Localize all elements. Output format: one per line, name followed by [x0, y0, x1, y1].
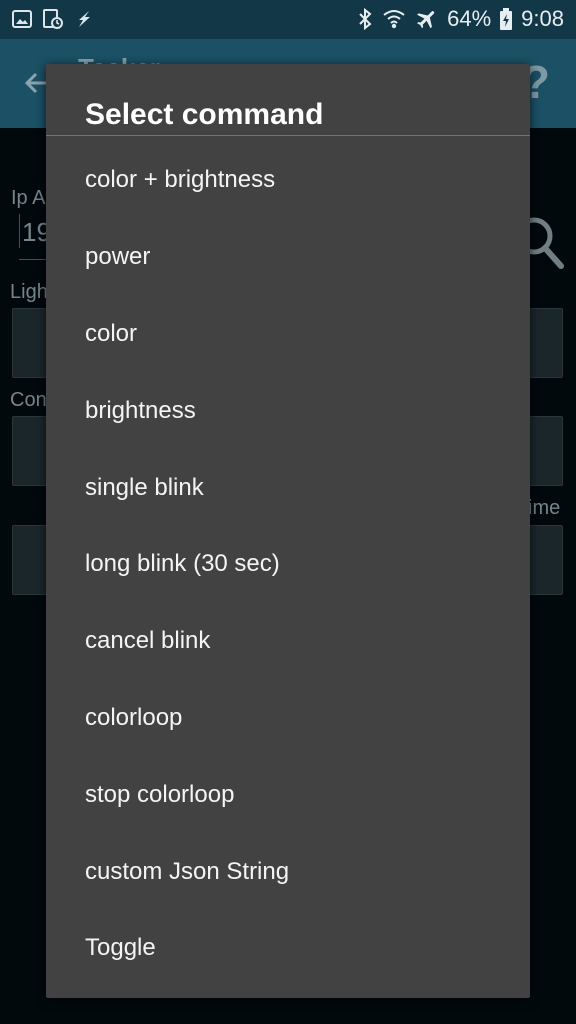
- bluetooth-icon: [357, 7, 373, 31]
- command-option-colorloop[interactable]: colorloop: [46, 680, 530, 757]
- light-label: Ligh: [10, 281, 48, 303]
- ip-input-underline: [19, 259, 49, 260]
- command-option-color[interactable]: color: [46, 296, 530, 373]
- command-option-single-blink[interactable]: single blink: [46, 449, 530, 526]
- command-options-list: color + brightness power color brightnes…: [46, 142, 530, 987]
- command-option-brightness[interactable]: brightness: [46, 372, 530, 449]
- airplane-mode-icon: [415, 7, 439, 31]
- wifi-icon: [381, 7, 407, 31]
- battery-charging-icon: [499, 7, 513, 31]
- command-option-long-blink[interactable]: long blink (30 sec): [46, 526, 530, 603]
- command-option-custom-json-string[interactable]: custom Json String: [46, 833, 530, 910]
- notification-icons: [12, 7, 94, 31]
- flash-icon: [74, 9, 94, 29]
- command-label: Con: [10, 389, 47, 411]
- system-status-icons: 64% 9:08: [357, 5, 564, 33]
- command-option-color-brightness[interactable]: color + brightness: [46, 142, 530, 219]
- status-bar: 64% 9:08: [0, 0, 576, 39]
- clock: 9:08: [521, 6, 564, 31]
- time-label: ime: [528, 497, 561, 519]
- command-option-toggle[interactable]: Toggle: [46, 910, 530, 987]
- ip-address-label: Ip A: [11, 187, 46, 209]
- battery-percentage: 64%: [447, 6, 492, 31]
- dialog-divider: [46, 135, 530, 136]
- command-option-cancel-blink[interactable]: cancel blink: [46, 603, 530, 680]
- image-icon: [12, 9, 32, 29]
- command-option-power[interactable]: power: [46, 219, 530, 296]
- calendar-icon: [42, 8, 64, 30]
- android-screen: 64% 9:08 Tasker ? Ip A 19 Ligh: [0, 0, 576, 1024]
- dialog-title: Select command: [85, 98, 324, 131]
- ip-text-cursor: [19, 214, 20, 248]
- select-command-dialog: Select command color + brightness power …: [46, 64, 530, 998]
- command-option-stop-colorloop[interactable]: stop colorloop: [46, 756, 530, 833]
